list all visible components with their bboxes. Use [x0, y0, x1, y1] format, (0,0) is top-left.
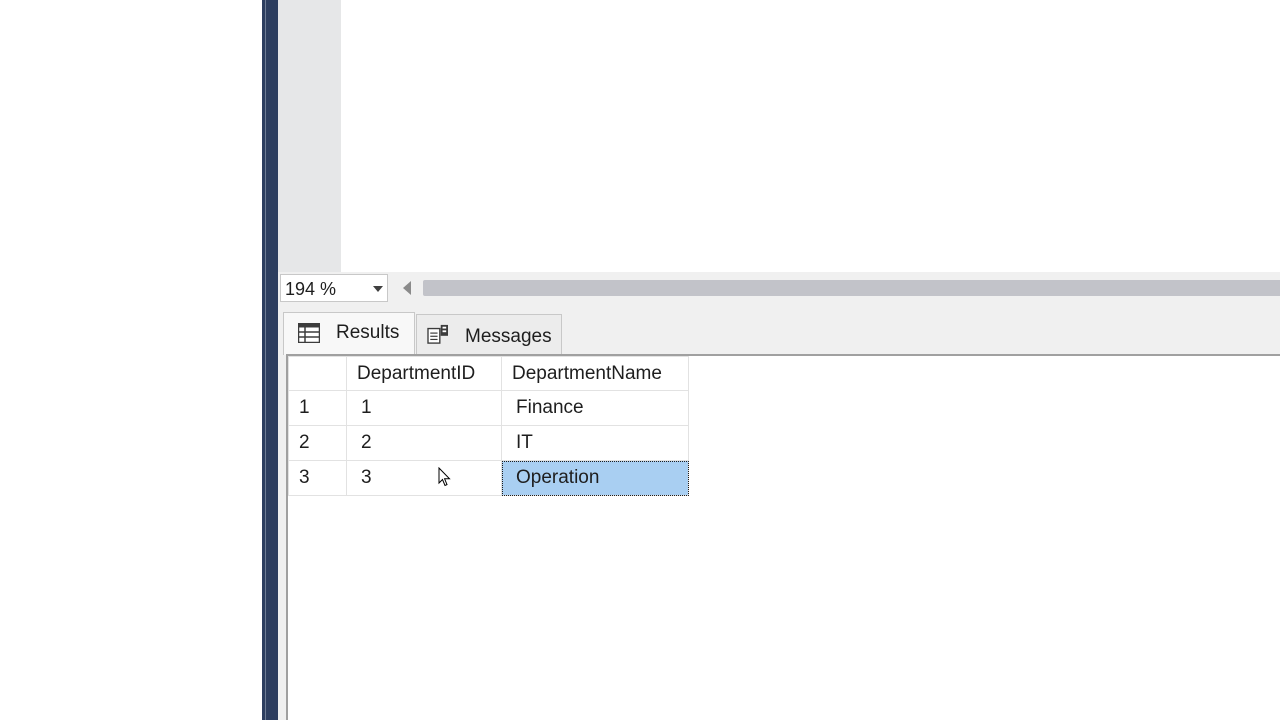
row-number[interactable]: 2: [288, 425, 347, 461]
scroll-left-icon[interactable]: [403, 281, 411, 295]
tab-results-label: Results: [336, 322, 400, 343]
cell-departmentname-selected[interactable]: Operation: [501, 460, 689, 496]
editor-gutter: [278, 0, 341, 272]
header-row: DepartmentID DepartmentName: [288, 356, 689, 391]
tab-results[interactable]: Results: [283, 312, 415, 355]
column-header-departmentid[interactable]: DepartmentID: [346, 356, 502, 391]
table-row: 1 1 Finance: [288, 390, 689, 426]
cell-departmentid[interactable]: 1: [346, 390, 502, 426]
cell-departmentname[interactable]: Finance: [501, 390, 689, 426]
tab-messages-label: Messages: [465, 326, 552, 347]
zoom-dropdown[interactable]: 194 %: [280, 274, 388, 302]
ssms-window: 194 % Results Messages DepartmentID Depa…: [0, 0, 1280, 720]
horizontal-scrollbar-thumb[interactable]: [423, 280, 1280, 296]
chevron-down-icon[interactable]: [373, 286, 383, 292]
grid-icon: [298, 323, 320, 343]
column-header-departmentname[interactable]: DepartmentName: [501, 356, 689, 391]
zoom-value: 194 %: [285, 279, 337, 299]
row-number[interactable]: 3: [288, 460, 347, 496]
table-row: 3 3 Operation: [288, 460, 689, 496]
editor-status-row: 194 %: [278, 272, 1280, 304]
messages-icon: [427, 324, 448, 344]
cell-departmentid[interactable]: 2: [346, 425, 502, 461]
tab-messages[interactable]: Messages: [416, 314, 562, 354]
row-number[interactable]: 1: [288, 390, 347, 426]
results-table: DepartmentID DepartmentName 1 1 Finance …: [288, 356, 689, 496]
table-row: 2 2 IT: [288, 425, 689, 461]
row-number-header[interactable]: [288, 356, 347, 391]
results-grid[interactable]: DepartmentID DepartmentName 1 1 Finance …: [286, 354, 1280, 720]
mouse-pointer-icon: [438, 467, 451, 487]
query-editor[interactable]: [278, 0, 1280, 272]
cell-departmentid[interactable]: 3: [346, 460, 502, 496]
window-border: [262, 0, 278, 720]
results-pane: Results Messages DepartmentID Department…: [278, 304, 1280, 720]
cell-departmentname[interactable]: IT: [501, 425, 689, 461]
